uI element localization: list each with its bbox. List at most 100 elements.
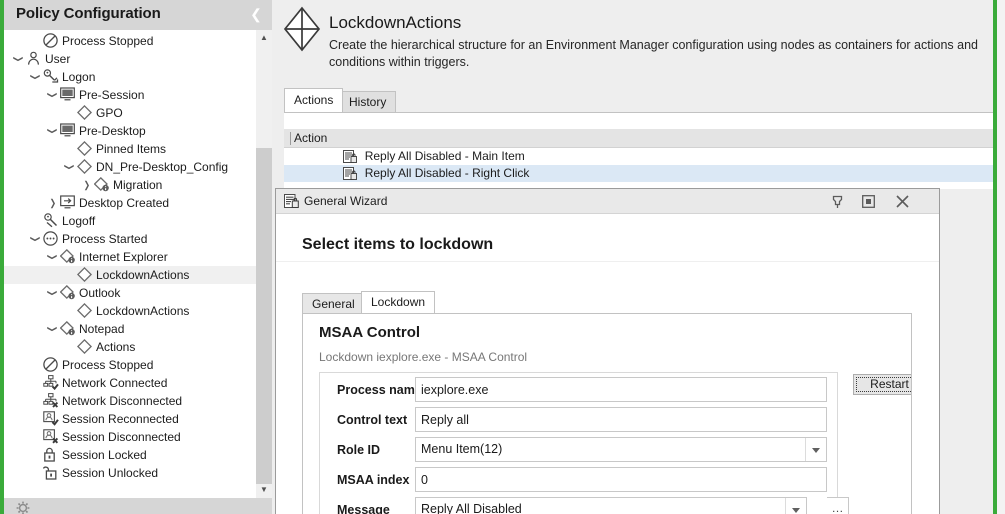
tree-item-session-reconnected[interactable]: Session Reconnected [4, 410, 256, 428]
tree-item-session-disconnected[interactable]: Session Disconnected [4, 428, 256, 446]
field-label: Role ID [337, 443, 381, 457]
gear-icon [16, 501, 30, 514]
tree-item-lockdownactions[interactable]: LockdownActions [4, 266, 256, 284]
monitor-icon [59, 122, 77, 140]
policy-tree[interactable]: Process Started Process Stopped User Logon P… [4, 30, 272, 498]
table-row[interactable]: Reply All Disabled - Main Item [284, 148, 993, 165]
chevron-down-icon[interactable] [46, 86, 59, 104]
tree-item-label: Migration [113, 178, 163, 192]
tree-item-dn-pre-desktop-config[interactable]: DN_Pre-Desktop_Config [4, 158, 256, 176]
triangle-down-icon[interactable]: ▼ [256, 482, 272, 498]
tree-item-migration[interactable]: Migration [4, 176, 256, 194]
tree-item-process-stopped[interactable]: Process Stopped [4, 32, 256, 50]
chevron-left-icon[interactable]: ❮ [249, 6, 263, 22]
actions-list: Action Reply All Disabled - Main Item Re… [284, 112, 993, 189]
group-title: MSAA Control [319, 324, 421, 341]
tree-item-label: Pre-Desktop [79, 124, 146, 138]
tree-item-user[interactable]: User [4, 50, 256, 68]
lock-closed-icon [42, 446, 60, 464]
control-text-input[interactable] [415, 407, 827, 432]
chevron-down-icon[interactable] [805, 438, 826, 461]
restart-button[interactable]: Restart [853, 374, 911, 395]
chevron-down-icon[interactable] [12, 50, 25, 68]
tree-item-outlook[interactable]: Outlook [4, 284, 256, 302]
tree-item-pinned-items[interactable]: Pinned Items [4, 140, 256, 158]
tree-item-internet-explorer[interactable]: Internet Explorer [4, 248, 256, 266]
pin-icon[interactable] [823, 189, 852, 213]
page-description: Create the hierarchical structure for an… [329, 38, 978, 69]
dialog-titlebar[interactable]: General Wizard [276, 189, 939, 214]
application-window: Policy Configuration ❮ Process StartedPr… [0, 0, 1005, 514]
restart-button-label: Restart [856, 377, 911, 392]
restore-icon[interactable] [854, 189, 883, 213]
tree-item-pre-desktop[interactable]: Pre-Desktop [4, 122, 256, 140]
tree-item-logon[interactable]: Logon [4, 68, 256, 86]
chevron-down-icon[interactable] [46, 122, 59, 140]
tree-item-session-locked[interactable]: Session Locked [4, 446, 256, 464]
tree-item-label: Process Stopped [62, 34, 154, 48]
message-select[interactable]: Reply All Disabled [415, 497, 807, 514]
tree-item-network-connected[interactable]: Network Connected [4, 374, 256, 392]
tree-item-gpo[interactable]: GPO [4, 104, 256, 122]
tree-item-process-started[interactable]: Process Started [4, 230, 256, 248]
close-icon[interactable] [888, 189, 917, 213]
tree-item-network-disconnected[interactable]: Network Disconnected [4, 392, 256, 410]
tree-item-label: Session Unlocked [62, 466, 159, 480]
actions-list-header: Action [284, 129, 993, 148]
triangle-up-icon[interactable]: ▲ [256, 30, 272, 46]
tab-lockdown[interactable]: Lockdown [361, 291, 436, 313]
dialog-title: General Wizard [304, 194, 388, 208]
chevron-down-icon[interactable] [29, 230, 42, 248]
lockdown-action-icon [343, 148, 361, 165]
tree-item-notepad[interactable]: Notepad [4, 320, 256, 338]
tree-item-label: Pre-Session [79, 88, 145, 102]
column-header-action[interactable]: Action [289, 131, 327, 145]
tree-item-label: Notepad [79, 322, 125, 336]
chevron-down-icon[interactable] [46, 248, 59, 266]
tree-item-pre-session[interactable]: Pre-Session [4, 86, 256, 104]
tree-scrollbar[interactable]: ▲ ▼ [256, 30, 272, 498]
tab-general[interactable]: General [302, 293, 365, 313]
tree-item-desktop-created[interactable]: Desktop Created [4, 194, 256, 212]
field-message: Message Reply All Disabled … [320, 497, 849, 514]
chevron-down-icon[interactable] [46, 320, 59, 338]
table-row[interactable]: Reply All Disabled - Right Click [284, 165, 993, 182]
table-cell-action: Reply All Disabled - Main Item [364, 149, 525, 163]
chevron-down-icon[interactable] [63, 158, 76, 176]
session-reconnected-icon [42, 410, 60, 428]
chevron-right-icon[interactable] [80, 176, 93, 194]
field-group: Process name Control text Role ID Menu I… [319, 372, 849, 514]
tree-item-lockdownactions[interactable]: LockdownActions [4, 302, 256, 320]
tree-item-label: DN_Pre-Desktop_Config [96, 160, 229, 174]
node-condition-icon [59, 248, 77, 266]
tree-item-session-unlocked[interactable]: Session Unlocked [4, 464, 256, 482]
outer-background [997, 0, 1005, 514]
page-title: Policy Configuration [16, 5, 161, 22]
policy-tree-footer [4, 498, 272, 514]
tree-item-label: Outlook [79, 286, 121, 300]
field-process-name: Process name [320, 377, 839, 407]
node-condition-icon [59, 284, 77, 302]
msaa-index-input[interactable] [415, 467, 827, 492]
tab-history[interactable]: History [339, 91, 397, 112]
lockdown-action-icon [284, 194, 299, 211]
chevron-down-icon[interactable] [46, 284, 59, 302]
field-label: Control text [337, 413, 408, 427]
node-icon [76, 140, 94, 158]
node-icon [76, 158, 94, 176]
field-label: Process name [337, 383, 422, 397]
role-id-select[interactable]: Menu Item(12) [415, 437, 827, 462]
process-name-input[interactable] [415, 377, 827, 402]
tree-item-logoff[interactable]: Logoff [4, 212, 256, 230]
tab-actions[interactable]: Actions [284, 88, 344, 112]
message-browse-button[interactable]: … [827, 497, 849, 514]
node-icon [76, 338, 94, 356]
chevron-right-icon[interactable] [46, 194, 59, 212]
scrollbar-thumb[interactable] [256, 148, 272, 484]
chevron-down-icon[interactable] [29, 68, 42, 86]
tree-item-process-stopped[interactable]: Process Stopped [4, 356, 256, 374]
tree-item-actions[interactable]: Actions [4, 338, 256, 356]
dialog-heading: Select items to lockdown [302, 236, 494, 253]
field-control-text: Control text [320, 407, 839, 437]
chevron-down-icon[interactable] [785, 498, 806, 514]
